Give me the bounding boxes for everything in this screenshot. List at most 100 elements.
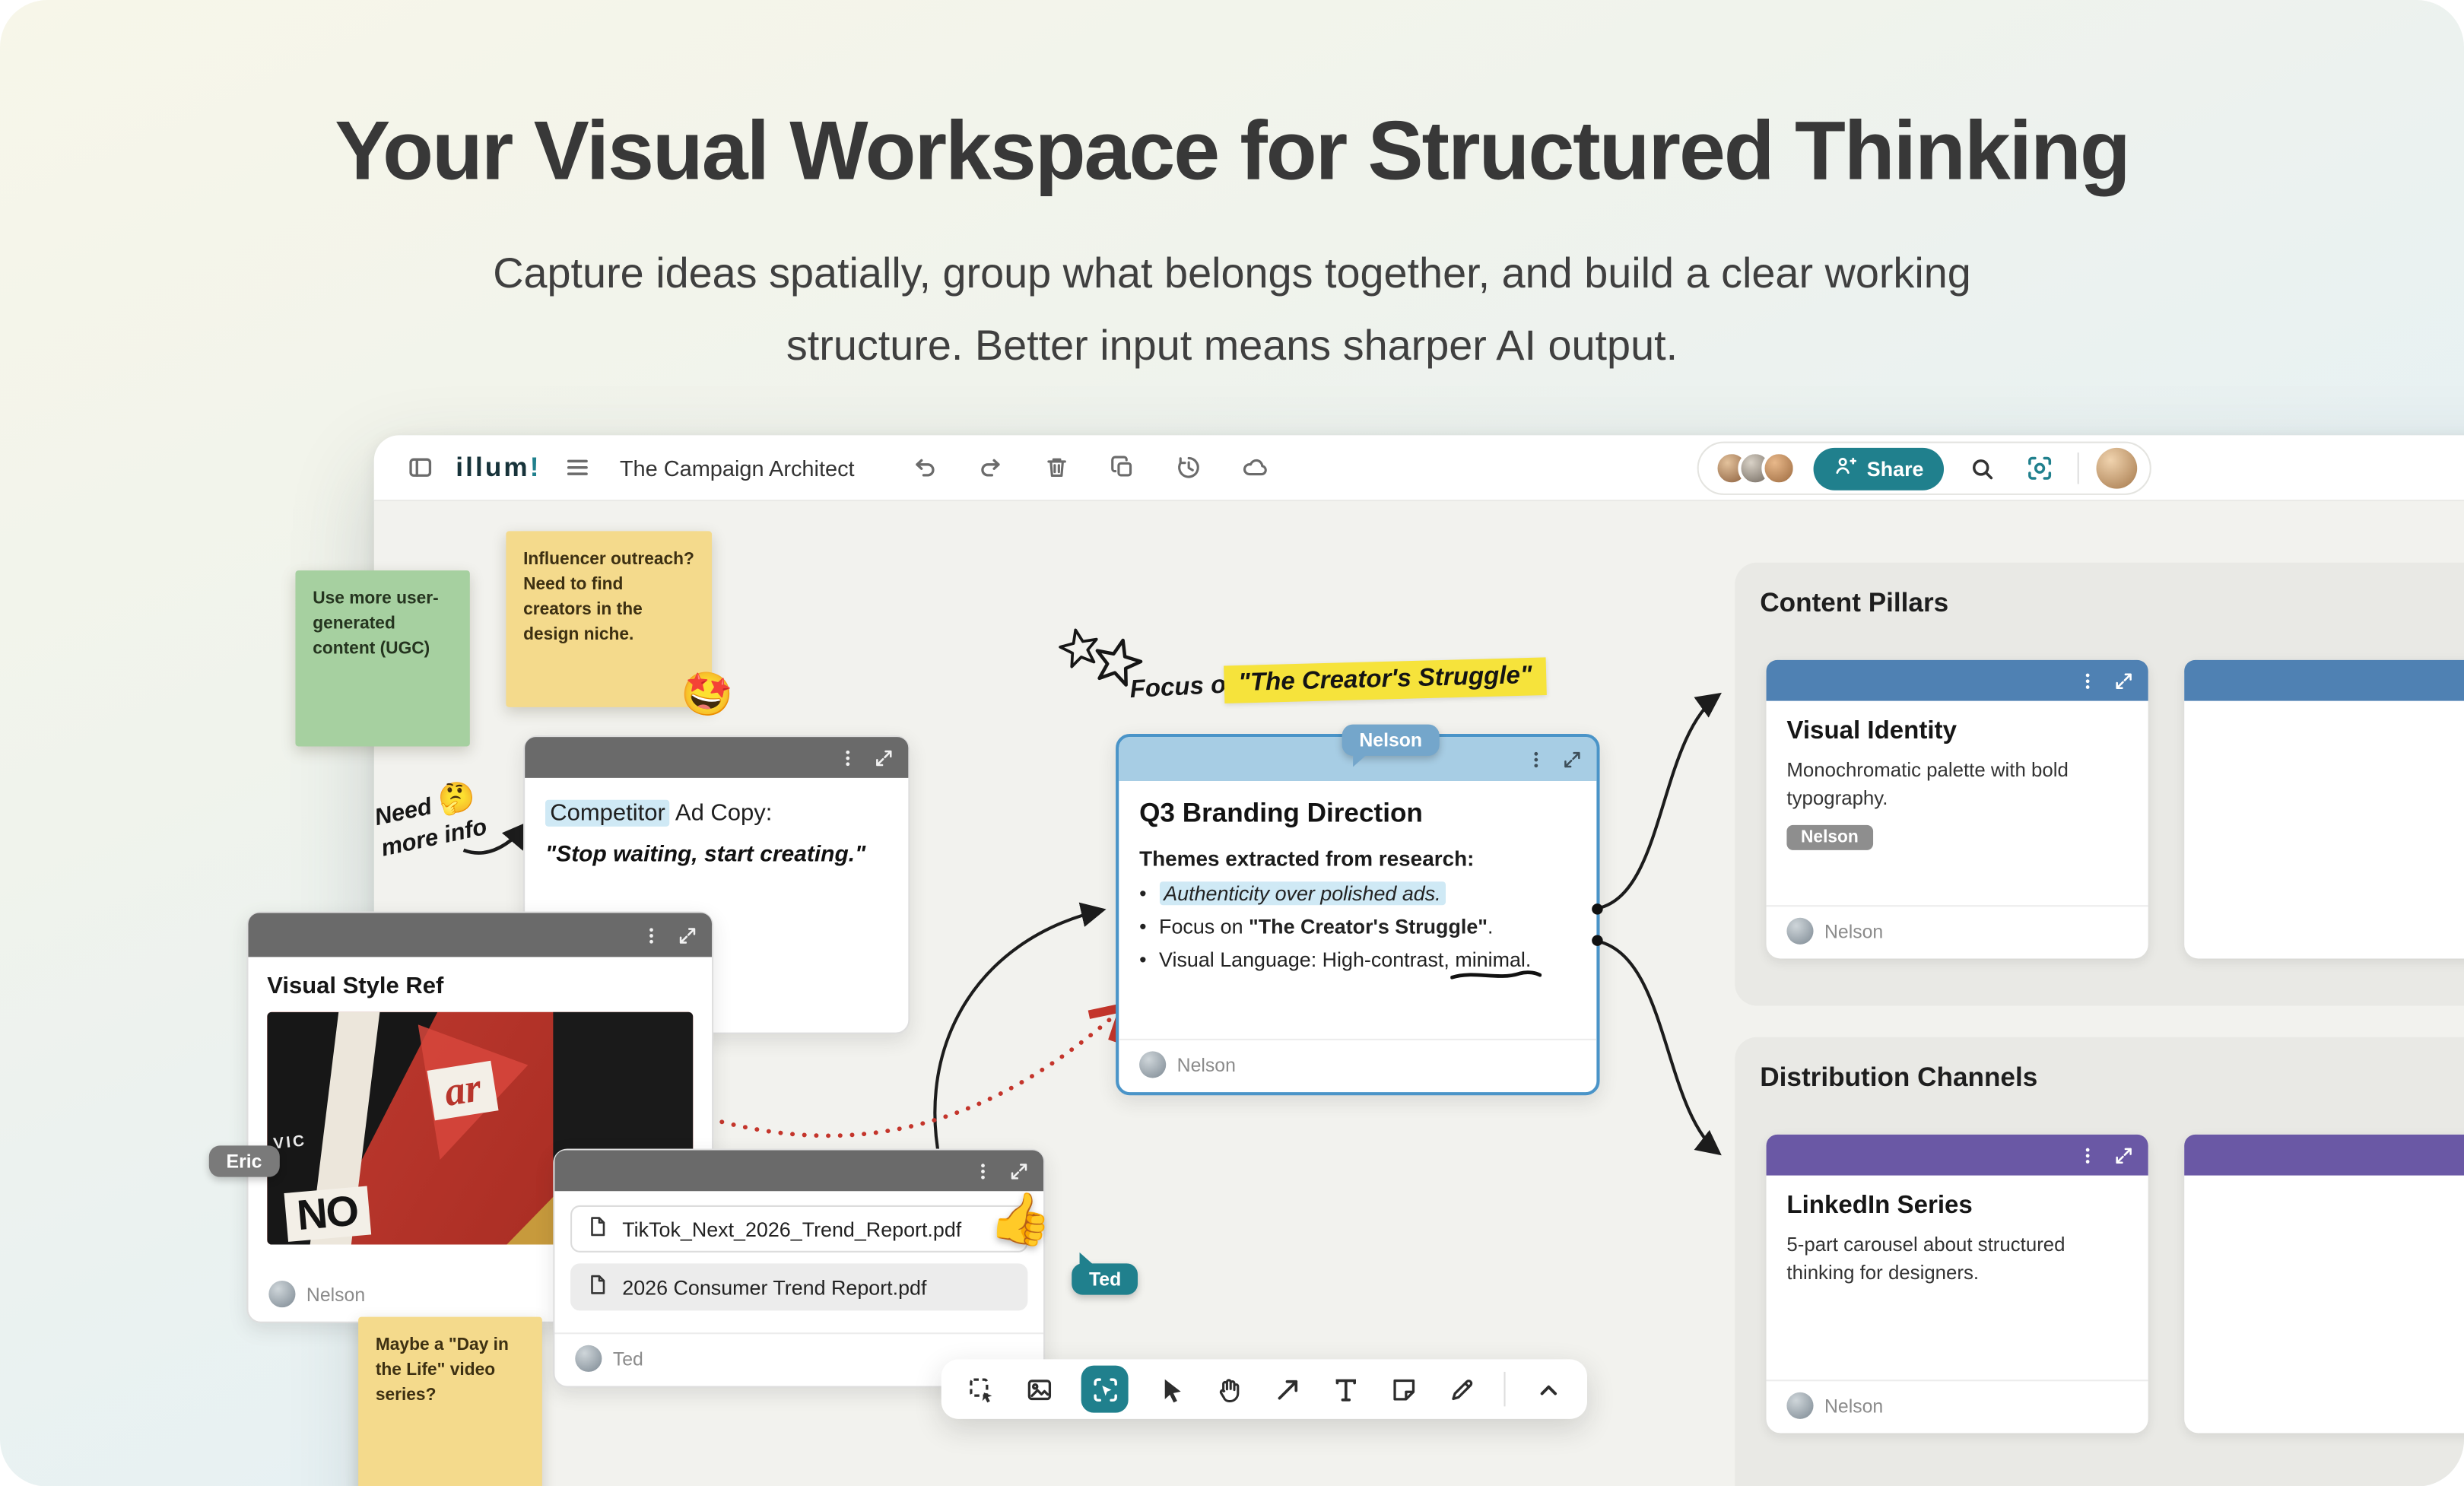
undo-button[interactable] <box>905 447 946 488</box>
share-button[interactable]: Share <box>1814 447 1945 490</box>
collage-text: ar <box>427 1061 499 1121</box>
expand-icon[interactable] <box>1009 1161 1030 1181</box>
list-item: Authenticity over polished ads. <box>1139 881 1576 905</box>
hand-tool[interactable] <box>1213 1373 1244 1405</box>
collaborator-avatars[interactable] <box>1714 451 1796 485</box>
pinned-card-linkedin-series[interactable]: LinkedIn Series 5-part carousel about st… <box>1767 1135 2148 1434</box>
marquee-select-tool[interactable] <box>965 1373 996 1405</box>
file-attachment-row[interactable]: TikTok_Next_2026_Trend_Report.pdf <box>570 1205 1027 1253</box>
author-name: Nelson <box>1824 920 1883 942</box>
delete-button[interactable] <box>1037 447 1078 488</box>
section-distribution-channels: Distribution Channels LinkedIn Series 5-… <box>1735 1037 2464 1486</box>
redo-button[interactable] <box>970 447 1011 488</box>
list-item: Focus on "The Creator's Struggle". <box>1139 915 1576 938</box>
card-title: Visual Style Ref <box>267 973 693 999</box>
sticky-note-green[interactable]: Use more user-generated content (UGC) <box>295 570 469 746</box>
bullet-text: Visual Language: High-contrast, <box>1159 948 1455 971</box>
card-subtitle: Themes extracted from research: <box>1139 847 1576 871</box>
author-avatar <box>575 1345 602 1372</box>
author-name: Ted <box>613 1348 643 1370</box>
smart-select-tool[interactable] <box>1081 1366 1129 1413</box>
card-research-files[interactable]: TikTok_Next_2026_Trend_Report.pdf 2026 C… <box>553 1148 1045 1387</box>
ai-lens-button[interactable] <box>2020 448 2061 489</box>
bullet-text: . <box>1488 915 1493 938</box>
expand-icon[interactable] <box>2113 1145 2134 1165</box>
author-avatar <box>1139 1051 1166 1078</box>
collaborator-avatar-3[interactable] <box>1761 451 1796 485</box>
pinned-card-visual-identity[interactable]: Visual Identity Monochromatic palette wi… <box>1767 660 2148 959</box>
bullet-text: Focus on <box>1159 915 1249 938</box>
app-logo: illum! <box>456 452 541 483</box>
author-avatar <box>268 1281 295 1307</box>
sticky-text: Influencer outreach? Need to find creato… <box>523 550 694 644</box>
card-footer: Nelson <box>1119 1039 1596 1092</box>
cursor-tool[interactable] <box>1155 1373 1186 1405</box>
sticky-text: Maybe a "Day in the Life" video series? <box>376 1335 509 1405</box>
subtitle-line-1: Capture ideas spatially, group what belo… <box>0 237 2464 310</box>
expand-icon[interactable] <box>1562 749 1583 770</box>
card-q3-branding-direction[interactable]: Q3 Branding Direction Themes extracted f… <box>1116 734 1599 1095</box>
collage-text: NO <box>284 1186 370 1242</box>
card-header <box>1767 1135 2148 1176</box>
presence-tag-eric: Eric <box>209 1145 279 1176</box>
ad-copy-quote: "Stop waiting, start creating." <box>545 843 887 868</box>
expand-icon[interactable] <box>874 748 894 768</box>
card-header <box>525 737 908 778</box>
kebab-menu-icon[interactable] <box>641 925 662 945</box>
collapse-toolbar-button[interactable] <box>1532 1373 1564 1405</box>
author-name: Nelson <box>1177 1053 1236 1075</box>
card-header <box>2184 1135 2464 1176</box>
assignee-tag: Nelson <box>1786 825 1872 850</box>
text-tool[interactable] <box>1329 1373 1361 1405</box>
kebab-menu-icon[interactable] <box>1526 749 1546 770</box>
list-item: Visual Language: High-contrast, minimal. <box>1139 948 1576 971</box>
logo-mark: ! <box>530 452 541 481</box>
thinking-emoji: 🤔 <box>435 780 478 820</box>
sticky-note-tool[interactable] <box>1388 1373 1419 1405</box>
sidebar-toggle-button[interactable] <box>399 447 440 488</box>
author-avatar <box>1786 1392 1813 1419</box>
title-rest: Ad Copy: <box>670 800 772 827</box>
card-header <box>1767 660 2148 701</box>
menu-button[interactable] <box>557 447 598 488</box>
file-attachment-row[interactable]: 2026 Consumer Trend Report.pdf <box>570 1263 1027 1310</box>
duplicate-button[interactable] <box>1103 447 1144 488</box>
page-title: Your Visual Workspace for Structured Thi… <box>0 103 2464 199</box>
history-button[interactable] <box>1169 447 1210 488</box>
card-title: Visual Identity <box>1786 718 2127 746</box>
card-title: Q3 Branding Direction <box>1139 799 1576 830</box>
pinned-card-partial-1[interactable] <box>2184 660 2464 959</box>
kebab-menu-icon[interactable] <box>837 748 858 768</box>
pinned-card-partial-2[interactable] <box>2184 1135 2464 1434</box>
connection-handle[interactable] <box>1592 935 1602 945</box>
hero-section: Your Visual Workspace for Structured Thi… <box>0 0 2464 382</box>
user-avatar[interactable] <box>2097 448 2138 489</box>
connection-handle[interactable] <box>1592 903 1602 914</box>
star-struck-emoji: 🤩 <box>676 660 738 730</box>
sync-cloud-button[interactable] <box>1235 447 1276 488</box>
logo-text: illum <box>456 452 529 481</box>
sticky-note-video-series[interactable]: Maybe a "Day in the Life" video series? <box>358 1317 542 1486</box>
section-content-pillars: Content Pillars Visual Identity Monochro… <box>1735 563 2464 1006</box>
section-heading: Distribution Channels <box>1735 1037 2464 1094</box>
kebab-menu-icon[interactable] <box>2078 670 2098 691</box>
card-text: Monochromatic palette with bold typograp… <box>1786 756 2127 813</box>
card-footer: Nelson <box>1767 1380 2148 1433</box>
pen-tool[interactable] <box>1446 1373 1477 1405</box>
card-title: LinkedIn Series <box>1786 1192 2127 1221</box>
file-name: TikTok_Next_2026_Trend_Report.pdf <box>622 1217 961 1240</box>
kebab-menu-icon[interactable] <box>973 1161 993 1181</box>
card-footer: Nelson <box>1767 905 2148 958</box>
sticky-note-influencer[interactable]: Influencer outreach? Need to find creato… <box>506 531 712 706</box>
search-button[interactable] <box>1961 448 2002 489</box>
image-select-tool[interactable] <box>1023 1373 1054 1405</box>
expand-icon[interactable] <box>678 925 698 945</box>
themes-list: Authenticity over polished ads. Focus on… <box>1139 881 1576 971</box>
thumbs-up-emoji: 👍 <box>986 1184 1056 1252</box>
expand-icon[interactable] <box>2113 670 2134 691</box>
kebab-menu-icon[interactable] <box>2078 1145 2098 1165</box>
file-name: 2026 Consumer Trend Report.pdf <box>622 1275 926 1299</box>
board-title[interactable]: The Campaign Architect <box>620 455 855 480</box>
cursor-tag-ted: Ted <box>1072 1263 1138 1294</box>
arrow-tool[interactable] <box>1272 1373 1303 1405</box>
